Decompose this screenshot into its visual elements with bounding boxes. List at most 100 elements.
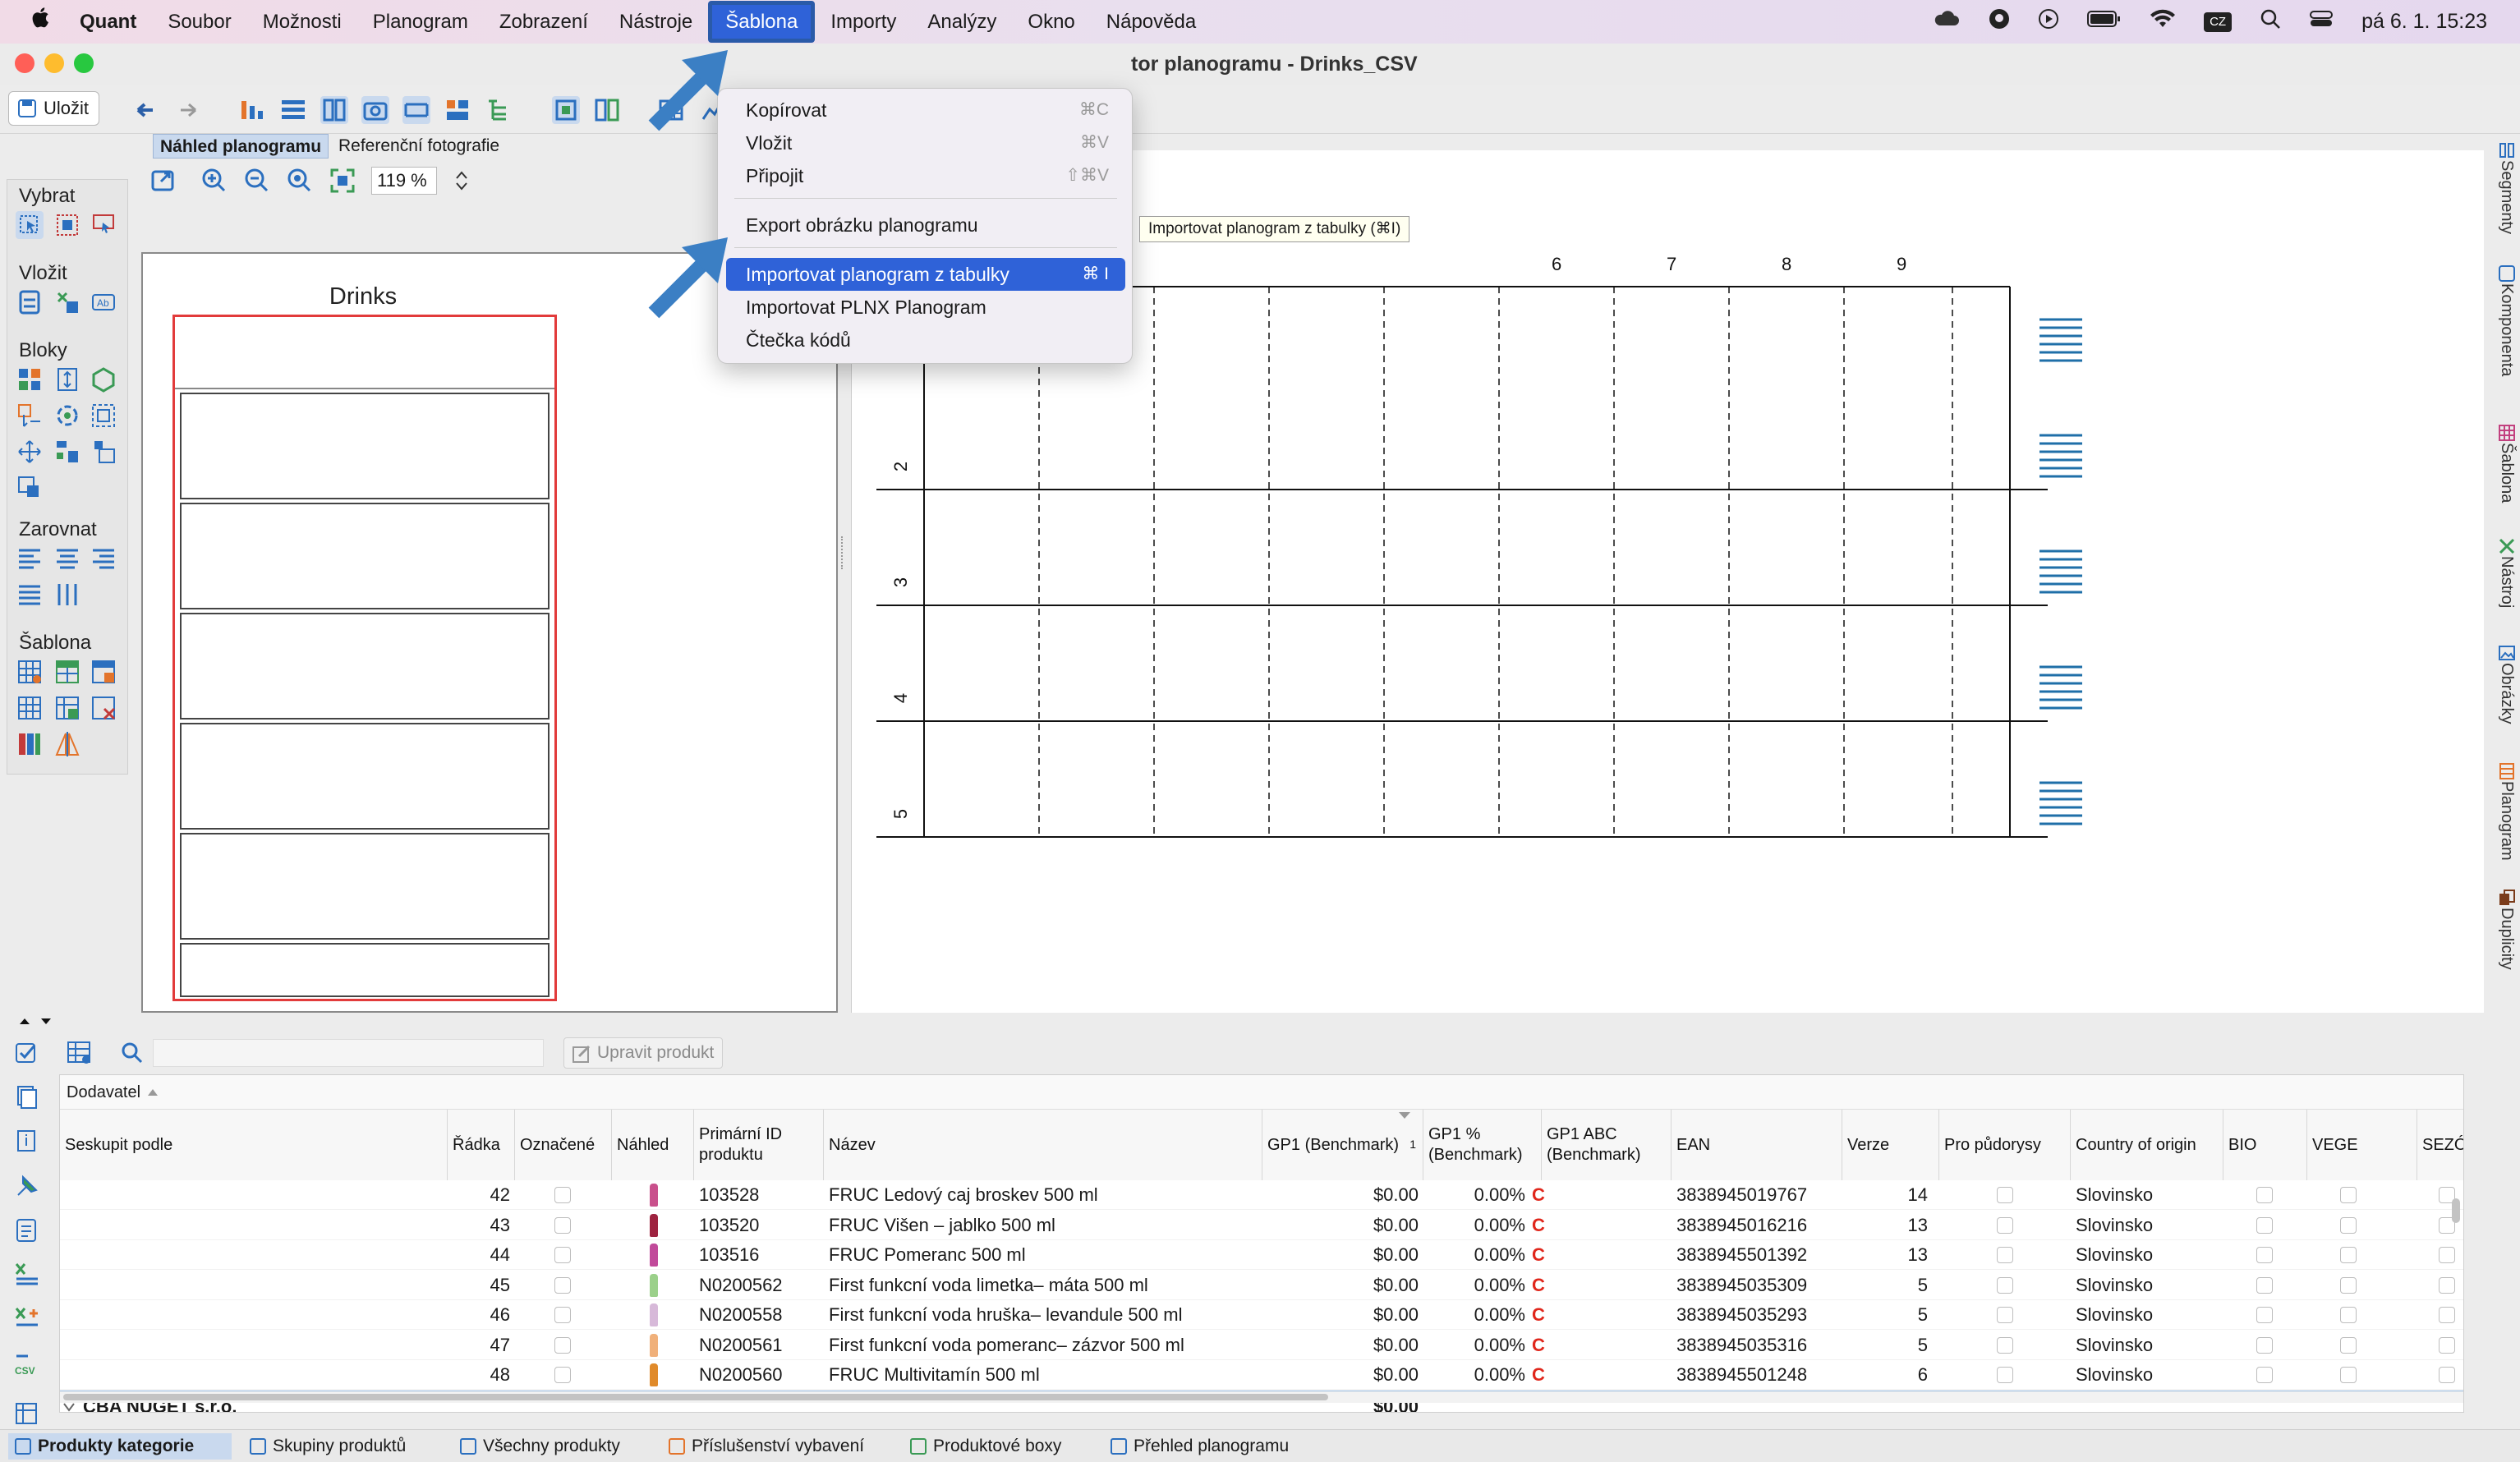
checkbox-floorplan[interactable] (1997, 1276, 2013, 1294)
shelf-5[interactable] (180, 833, 550, 940)
checkbox-seasonal[interactable] (2439, 1276, 2455, 1294)
apple-icon[interactable] (0, 0, 64, 44)
col-gp1-pct[interactable]: GP1 % (Benchmark) (1423, 1110, 1542, 1180)
template-import-icon[interactable] (53, 694, 81, 722)
table-row[interactable]: 45 N0200562 First funkcní voda limetka– má… (60, 1271, 2463, 1300)
col-ean[interactable]: EAN (1672, 1110, 1842, 1180)
chevron-down-icon[interactable] (63, 1402, 75, 1412)
block-3d-icon[interactable] (90, 366, 117, 393)
menu-nastroje[interactable]: Nástroje (604, 0, 708, 44)
edit-product-button[interactable]: Upravit produkt (563, 1037, 724, 1069)
align-right-icon[interactable] (90, 545, 117, 572)
group-chip-dodavatel[interactable]: Dodavatel (63, 1080, 163, 1105)
menu-soubor[interactable]: Soubor (152, 0, 246, 44)
tab-reference-photos[interactable]: Referenční fotografie (332, 134, 506, 159)
checkbox-vege[interactable] (2340, 1216, 2357, 1234)
distribute-horizontal-icon[interactable] (53, 581, 81, 609)
tab-product-boxes[interactable]: Produktové boxy (904, 1433, 1061, 1460)
product-search-input[interactable] (153, 1039, 544, 1067)
tab-preview[interactable]: Náhled planogramu (153, 134, 329, 159)
tab-product-groups[interactable]: Skupiny produktů (243, 1433, 406, 1460)
table-row[interactable]: 47 N0200561 First funkcní voda pomeranc– z… (60, 1331, 2463, 1360)
template-grid-icon[interactable] (16, 658, 44, 686)
clock[interactable]: pá 6. 1. 15:23 (2361, 10, 2487, 34)
battery-icon[interactable] (2087, 9, 2122, 34)
cloud-icon[interactable] (1933, 9, 1961, 34)
planogram-preview[interactable]: Drinks (141, 252, 838, 1013)
menu-item-import-plnx[interactable]: Importovat PLNX Planogram (726, 291, 1125, 324)
search-icon[interactable] (120, 1041, 145, 1065)
checkbox-seasonal[interactable] (2439, 1367, 2455, 1383)
fit-view-icon[interactable] (552, 96, 580, 124)
menu-item-copy[interactable]: Kopírovat ⌘C (726, 94, 1125, 126)
checkbox-bio[interactable] (2256, 1247, 2273, 1263)
checkbox-vege[interactable] (2340, 1367, 2357, 1383)
excel-export-icon[interactable] (13, 1261, 41, 1289)
table-row[interactable]: 46 N0200558 First funkcní voda hruška– lev… (60, 1300, 2463, 1330)
checkbox-floorplan[interactable] (1997, 1307, 2013, 1323)
template-mirror-icon[interactable] (53, 730, 81, 758)
checkbox-bio[interactable] (2256, 1336, 2273, 1354)
block-move-icon[interactable] (16, 402, 44, 430)
checkbox-bio[interactable] (2256, 1276, 2273, 1294)
checkbox-vege[interactable] (2340, 1307, 2357, 1323)
checkbox-vege[interactable] (2340, 1247, 2357, 1263)
menu-moznosti[interactable]: Možnosti (247, 0, 357, 44)
checkbox-marked[interactable] (554, 1276, 571, 1294)
zoom-window-button[interactable] (74, 53, 94, 73)
app-name[interactable]: Quant (64, 0, 152, 44)
camera-icon[interactable] (361, 96, 389, 124)
checkbox-marked[interactable] (554, 1336, 571, 1354)
checkbox-seasonal[interactable] (2439, 1307, 2455, 1323)
menu-zobrazeni[interactable]: Zobrazení (484, 0, 604, 44)
insert-product-icon[interactable] (53, 288, 81, 316)
checklist-icon[interactable] (13, 1039, 41, 1067)
checkbox-floorplan[interactable] (1997, 1336, 2013, 1354)
menu-napoveda[interactable]: Nápověda (1091, 0, 1212, 44)
checkbox-floorplan[interactable] (1997, 1367, 2013, 1383)
side-tab-nastroj[interactable]: Nástroj (2487, 536, 2517, 608)
template-remove-icon[interactable] (90, 694, 117, 722)
play-icon[interactable] (2038, 8, 2059, 35)
menu-importy[interactable]: Importy (815, 0, 912, 44)
shelf-2[interactable] (180, 503, 550, 609)
measure-icon[interactable] (402, 96, 430, 124)
side-tab-komponenta[interactable]: Komponenta (2487, 264, 2517, 376)
col-gp1[interactable]: GP1 (Benchmark) 1 (1262, 1110, 1423, 1180)
checkbox-vege[interactable] (2340, 1336, 2357, 1354)
checkbox-seasonal[interactable] (2439, 1247, 2455, 1263)
block-align-icon[interactable] (53, 438, 81, 466)
table-settings-icon[interactable] (66, 1039, 94, 1067)
block-group-icon[interactable] (16, 474, 44, 502)
checkbox-vege[interactable] (2340, 1276, 2357, 1294)
checkbox-floorplan[interactable] (1997, 1247, 2013, 1263)
menu-okno[interactable]: Okno (1012, 0, 1090, 44)
input-language-badge[interactable]: CZ (2204, 11, 2233, 32)
list-icon[interactable] (13, 1216, 41, 1244)
columns-icon[interactable] (320, 96, 348, 124)
block-resize-icon[interactable] (53, 366, 81, 393)
menu-sablona[interactable]: Šablona (708, 1, 816, 43)
fit-to-screen-icon[interactable] (329, 167, 356, 195)
checkbox-vege[interactable] (2340, 1187, 2357, 1203)
col-group-by[interactable]: Seskupit podle (60, 1110, 448, 1180)
zoom-stepper[interactable] (453, 168, 470, 193)
checkbox-marked[interactable] (554, 1307, 571, 1323)
redo-icon[interactable] (174, 96, 202, 124)
checkbox-marked[interactable] (554, 1187, 571, 1203)
checkbox-bio[interactable] (2256, 1367, 2273, 1383)
table-row[interactable]: 42 103528 FRUC Ledový caj broskev 500 ml $0… (60, 1180, 2463, 1210)
block-rotate-icon[interactable] (53, 402, 81, 430)
tab-category-products[interactable]: Produkty kategorie (8, 1433, 232, 1460)
col-floorplan[interactable]: Pro půdorysy (1939, 1110, 2071, 1180)
table-row[interactable]: 43 103520 FRUC Višen – jablko 500 ml $0.00 0… (60, 1211, 2463, 1240)
select-pointer-icon[interactable] (90, 211, 117, 239)
menu-item-paste[interactable]: Vložit ⌘V (726, 126, 1125, 159)
menu-item-append[interactable]: Připojit ⇧⌘V (726, 159, 1125, 192)
checkbox-bio[interactable] (2256, 1216, 2273, 1234)
undo-icon[interactable] (131, 96, 159, 124)
shelf-3[interactable] (180, 613, 550, 720)
arrange-icon[interactable] (444, 96, 471, 124)
checkbox-marked[interactable] (554, 1216, 571, 1234)
save-button[interactable]: Uložit (8, 91, 100, 126)
